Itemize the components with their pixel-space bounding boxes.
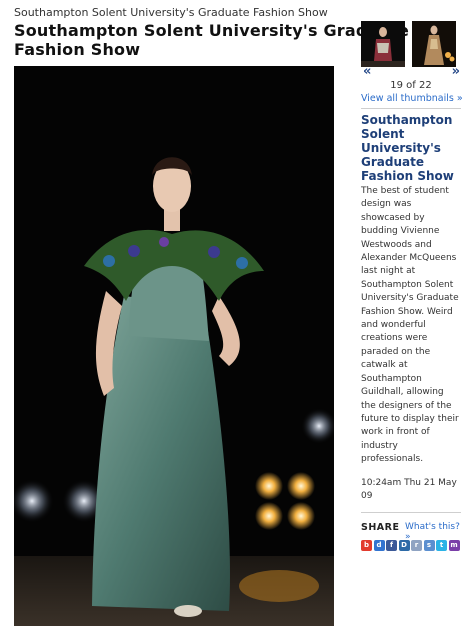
- gallery-nav: « »: [361, 65, 463, 78]
- breadcrumb[interactable]: Southampton Solent University's Graduate…: [14, 6, 328, 19]
- reddit-icon[interactable]: r: [411, 540, 422, 551]
- share-label: SHARE: [361, 522, 400, 533]
- divider: [361, 108, 461, 109]
- gallery-page: Southampton Solent University's Graduate…: [0, 0, 475, 640]
- thumbnail-strip: [361, 21, 463, 67]
- delicious-icon[interactable]: d: [373, 540, 385, 551]
- digg-icon[interactable]: D: [398, 540, 410, 551]
- twitter-icon[interactable]: t: [436, 540, 447, 551]
- article-body: The best of student design was showcased…: [361, 186, 459, 465]
- previous-arrow-icon[interactable]: «: [363, 65, 372, 78]
- facebook-icon[interactable]: f: [386, 540, 397, 551]
- view-all-thumbnails-link[interactable]: View all thumbnails »: [361, 93, 463, 104]
- stumbleupon-icon[interactable]: s: [423, 540, 435, 551]
- whats-this-link[interactable]: What's this? »: [405, 522, 463, 542]
- myspace-icon[interactable]: m: [448, 540, 460, 551]
- thumbnail-next[interactable]: [412, 21, 456, 67]
- article-title: Southampton Solent University's Graduate…: [361, 113, 454, 183]
- thumbnail-previous[interactable]: [361, 21, 405, 67]
- main-photo[interactable]: [14, 66, 334, 626]
- image-counter: 19 of 22: [390, 80, 432, 91]
- next-arrow-icon[interactable]: »: [452, 65, 461, 78]
- divider: [361, 512, 461, 513]
- bebo-icon[interactable]: b: [361, 540, 372, 551]
- article-timestamp: 10:24am Thu 21 May 09: [361, 478, 457, 502]
- share-icons: bdfDrstm: [361, 540, 463, 552]
